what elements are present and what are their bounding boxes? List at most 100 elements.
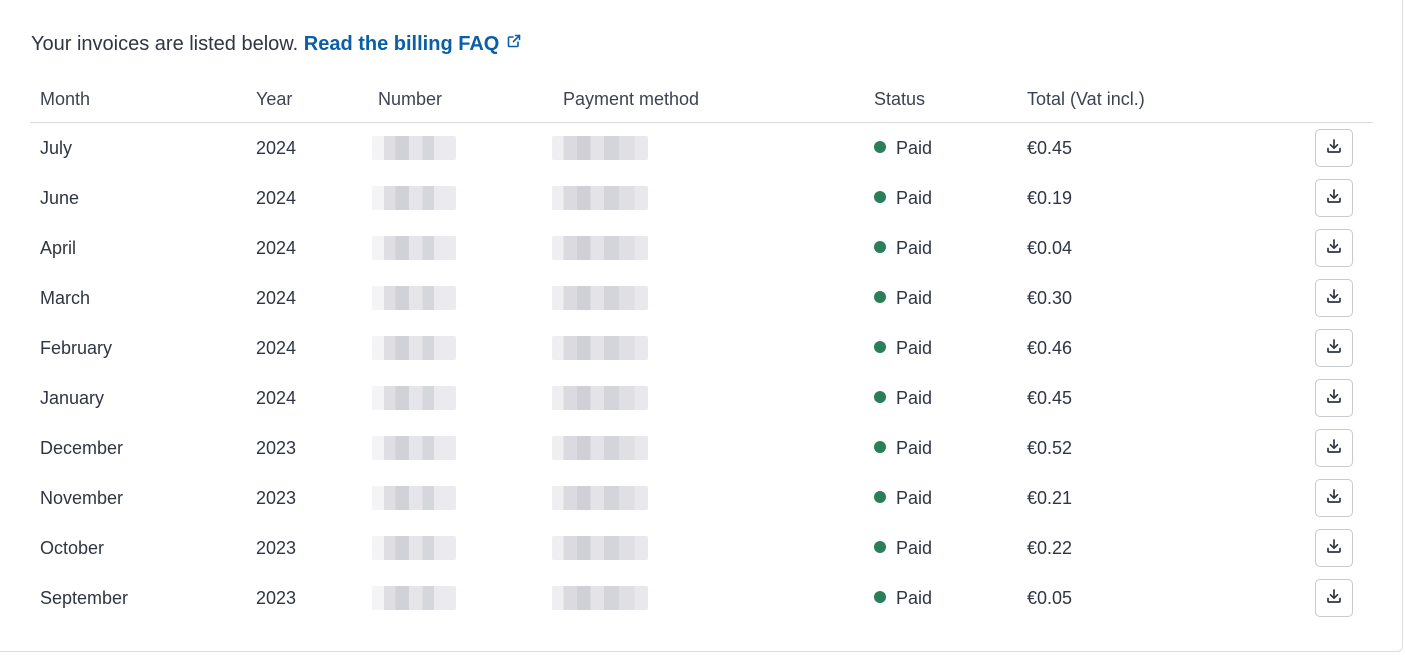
billing-faq-link-label: Read the billing FAQ: [303, 33, 500, 55]
download-invoice-button[interactable]: [1315, 179, 1353, 217]
header-number: Number: [368, 76, 553, 123]
cell-total: €0.45: [1027, 387, 1073, 408]
status-dot-icon: [874, 190, 886, 203]
download-invoice-button[interactable]: [1315, 429, 1353, 467]
table-row: February 2024 Paid €0.46: [30, 323, 1373, 373]
status-label: Paid: [896, 387, 933, 408]
cell-payment-method: [552, 173, 864, 223]
external-link-icon: [507, 30, 521, 54]
cell-month: July: [40, 137, 73, 158]
redacted-payment-method: [552, 536, 648, 560]
redacted-invoice-number: [372, 136, 456, 160]
cell-month: March: [40, 287, 91, 308]
cell-payment-method: [552, 223, 864, 273]
download-invoice-button[interactable]: [1315, 479, 1353, 517]
cell-number: [368, 373, 553, 423]
redacted-payment-method: [552, 186, 648, 210]
cell-month: November: [40, 487, 124, 508]
cell-status: Paid: [864, 123, 1017, 174]
cell-actions: [1287, 273, 1373, 323]
cell-actions: [1287, 523, 1373, 573]
table-row: April 2024 Paid €0.04: [30, 223, 1373, 273]
redacted-payment-method: [552, 336, 648, 360]
status-label: Paid: [896, 137, 933, 158]
status-dot-icon: [874, 340, 886, 353]
cell-year: 2024: [256, 387, 297, 408]
cell-payment-method: [552, 273, 864, 323]
invoices-card: Your invoices are listed below. Read the…: [0, 0, 1403, 652]
cell-number: [368, 223, 553, 273]
redacted-invoice-number: [372, 286, 456, 310]
cell-payment-method: [552, 423, 864, 473]
download-icon: [1326, 338, 1342, 359]
header-month: Month: [30, 76, 246, 123]
redacted-invoice-number: [372, 436, 456, 460]
cell-year: 2023: [256, 537, 297, 558]
cell-year: 2024: [256, 337, 297, 358]
cell-number: [368, 523, 553, 573]
status-dot-icon: [874, 440, 886, 453]
status-label: Paid: [896, 487, 933, 508]
table-row: October 2023 Paid €0.22: [30, 523, 1373, 573]
cell-total: €0.19: [1027, 187, 1073, 208]
status-dot-icon: [874, 290, 886, 303]
redacted-payment-method: [552, 436, 648, 460]
table-row: March 2024 Paid €0.30: [30, 273, 1373, 323]
cell-actions: [1287, 173, 1373, 223]
cell-number: [368, 423, 553, 473]
redacted-invoice-number: [372, 386, 456, 410]
cell-payment-method: [552, 373, 864, 423]
table-row: June 2024 Paid €0.19: [30, 173, 1373, 223]
download-invoice-button[interactable]: [1315, 129, 1353, 167]
cell-month: April: [40, 237, 77, 258]
cell-month: January: [40, 387, 105, 408]
download-invoice-button[interactable]: [1315, 229, 1353, 267]
invoices-intro: Your invoices are listed below. Read the…: [31, 30, 521, 56]
invoice-rows: July 2024 Paid €0.45 June 2024 Paid €0.1…: [30, 123, 1373, 624]
download-icon: [1326, 288, 1342, 309]
header-status: Status: [864, 76, 1017, 123]
status-label: Paid: [896, 437, 933, 458]
cell-payment-method: [552, 573, 864, 623]
redacted-invoice-number: [372, 486, 456, 510]
status-label: Paid: [896, 237, 933, 258]
cell-actions: [1287, 473, 1373, 523]
billing-faq-link[interactable]: Read the billing FAQ: [304, 33, 522, 55]
cell-year: 2023: [256, 437, 297, 458]
cell-month: June: [40, 187, 80, 208]
status-label: Paid: [896, 287, 933, 308]
cell-total: €0.05: [1027, 587, 1073, 608]
download-invoice-button[interactable]: [1315, 329, 1353, 367]
download-icon: [1326, 388, 1342, 409]
cell-status: Paid: [864, 423, 1017, 473]
cell-total: €0.45: [1027, 137, 1073, 158]
download-invoice-button[interactable]: [1315, 579, 1353, 617]
download-icon: [1326, 188, 1342, 209]
cell-actions: [1287, 423, 1373, 473]
status-label: Paid: [896, 337, 933, 358]
cell-status: Paid: [864, 373, 1017, 423]
download-icon: [1326, 588, 1342, 609]
cell-number: [368, 173, 553, 223]
cell-actions: [1287, 373, 1373, 423]
download-invoice-button[interactable]: [1315, 379, 1353, 417]
cell-payment-method: [552, 123, 864, 174]
cell-year: 2024: [256, 287, 297, 308]
cell-month: February: [40, 337, 113, 358]
cell-actions: [1287, 223, 1373, 273]
table-row: December 2023 Paid €0.52: [30, 423, 1373, 473]
cell-total: €0.21: [1027, 487, 1073, 508]
header-year: Year: [246, 76, 368, 123]
redacted-payment-method: [552, 136, 648, 160]
cell-number: [368, 273, 553, 323]
cell-year: 2023: [256, 487, 297, 508]
cell-year: 2024: [256, 137, 297, 158]
cell-actions: [1287, 573, 1373, 623]
header-total: Total (Vat incl.): [1017, 76, 1287, 123]
download-invoice-button[interactable]: [1315, 279, 1353, 317]
cell-number: [368, 123, 553, 174]
cell-payment-method: [552, 323, 864, 373]
cell-total: €0.22: [1027, 537, 1073, 558]
redacted-payment-method: [552, 386, 648, 410]
download-invoice-button[interactable]: [1315, 529, 1353, 567]
